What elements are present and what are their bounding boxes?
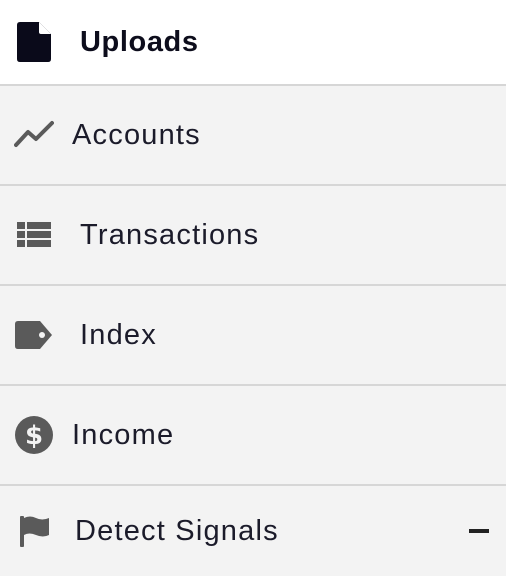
- nav-item-accounts[interactable]: Accounts: [0, 86, 506, 186]
- nav-item-label: Income: [72, 418, 175, 451]
- sidebar-nav: Uploads Accounts Transactions Index $ In…: [0, 0, 506, 576]
- nav-item-label: Index: [80, 318, 157, 351]
- nav-item-index[interactable]: Index: [0, 286, 506, 386]
- tag-icon: [12, 313, 56, 357]
- nav-item-label: Accounts: [72, 118, 201, 151]
- nav-item-transactions[interactable]: Transactions: [0, 186, 506, 286]
- nav-item-label: Detect Signals: [75, 514, 279, 547]
- list-icon: [12, 213, 56, 257]
- collapse-icon[interactable]: [468, 520, 490, 542]
- svg-text:$: $: [25, 421, 43, 451]
- dollar-circle-icon: $: [12, 413, 56, 457]
- file-icon: [12, 20, 56, 64]
- nav-item-label: Transactions: [80, 218, 260, 251]
- nav-item-income[interactable]: $ Income: [0, 386, 506, 486]
- flag-icon: [12, 509, 56, 553]
- nav-item-label: Uploads: [80, 25, 199, 58]
- nav-item-detect-signals[interactable]: Detect Signals: [0, 486, 506, 576]
- line-chart-icon: [12, 113, 56, 157]
- nav-item-uploads[interactable]: Uploads: [0, 0, 506, 86]
